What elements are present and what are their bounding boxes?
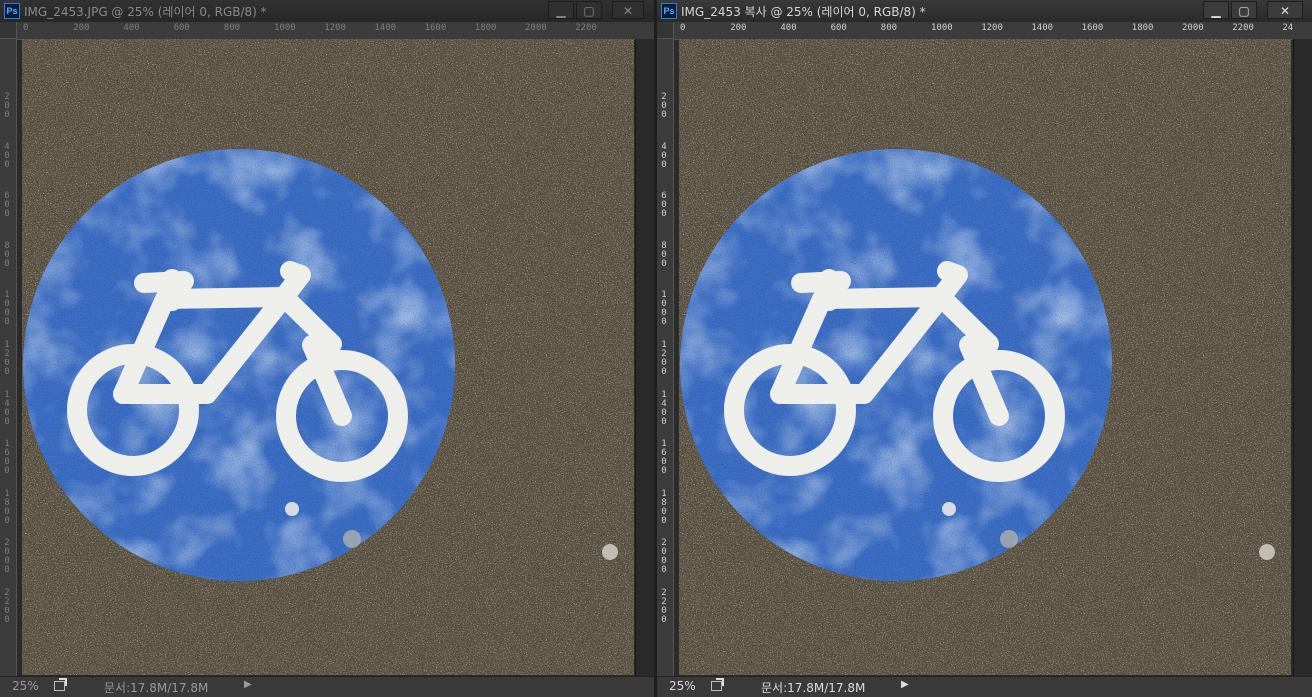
ruler-tick-label: 2200 — [4, 588, 10, 625]
ruler-tick-label: 2000 — [1182, 23, 1204, 33]
ruler-tick-label: 400 — [780, 23, 797, 33]
ruler-tick-label: 1400 — [4, 389, 10, 427]
photoshop-logo-icon: Ps — [4, 3, 20, 19]
ruler-tick-label: 600 — [4, 191, 10, 220]
image-canvas[interactable] — [22, 39, 634, 675]
ruler-tick-label: 400 — [661, 141, 667, 170]
ruler-tick-label: 1600 — [1081, 23, 1104, 33]
ruler-tick-label: 1000 — [4, 290, 10, 328]
title-bar[interactable]: Ps IMG_2453.JPG @ 25% (레이어 0, RGB/8) * ▁… — [0, 0, 654, 23]
document-window-right[interactable]: Ps IMG_2453 복사 @ 25% (레이어 0, RGB/8) * ▁ … — [657, 0, 1312, 697]
scrollbar-vertical[interactable] — [1293, 39, 1312, 677]
maximize-icon[interactable]: ▢ — [1231, 1, 1257, 19]
ruler-corner[interactable] — [657, 22, 674, 39]
ruler-tick-label: 800 — [880, 23, 898, 33]
bicycle-icon — [22, 39, 634, 675]
ruler-tick-label: 1200 — [4, 340, 10, 377]
zoom-level[interactable]: 25% — [12, 679, 39, 693]
bicycle-icon — [679, 39, 1291, 675]
ruler-tick-label: 200 — [4, 92, 10, 120]
scrollbar-vertical[interactable] — [635, 39, 654, 677]
ruler-tick-label: 1200 — [324, 23, 346, 33]
ruler-tick-label: 1600 — [424, 23, 447, 33]
minimize-icon[interactable]: ▁ — [548, 1, 574, 19]
ruler-tick-label: 1800 — [661, 488, 667, 526]
ruler-tick-label: 800 — [223, 23, 241, 33]
ruler-tick-label: 2200 — [1232, 23, 1254, 33]
title-bar[interactable]: Ps IMG_2453 복사 @ 25% (레이어 0, RGB/8) * ▁ … — [657, 0, 1312, 23]
ruler-tick-label: 1600 — [661, 439, 667, 477]
ruler-tick-label: 1400 — [1031, 23, 1054, 33]
ruler-tick-label: 1000 — [661, 290, 667, 328]
ruler-tick-label: 0 — [680, 23, 686, 33]
ruler-tick-label: 2200 — [575, 23, 597, 33]
close-icon[interactable]: ✕ — [1267, 1, 1303, 19]
ruler-tick-label: 1800 — [4, 488, 10, 526]
ruler-vertical[interactable]: 200 400 600 800 1000 1200 1400 1600 1800 2000 2200 — [0, 39, 17, 677]
image-canvas[interactable] — [679, 39, 1291, 675]
minimize-icon[interactable]: ▁ — [1203, 1, 1229, 19]
ruler-tick-label: 2000 — [661, 538, 667, 576]
ruler-tick-label: 1800 — [474, 23, 497, 33]
play-icon[interactable]: ▶ — [244, 679, 252, 690]
export-icon[interactable] — [711, 678, 724, 691]
ruler-tick-label: 1400 — [661, 389, 667, 427]
ruler-tick-label: 1400 — [374, 23, 397, 33]
ruler-tick-label: 200 — [730, 23, 747, 33]
ruler-tick-label: 2200 — [661, 588, 667, 625]
ruler-tick-label: 600 — [830, 23, 847, 33]
maximize-icon[interactable]: ▢ — [576, 1, 602, 19]
ruler-vertical[interactable]: 200 400 600 800 1000 1200 1400 1600 1800 2000 2200 — [657, 39, 674, 677]
close-icon[interactable]: ✕ — [612, 1, 644, 19]
ruler-tick-label: 1800 — [1131, 23, 1154, 33]
ruler-tick-label: 0 — [23, 23, 29, 33]
ruler-tick-label: 400 — [4, 141, 10, 170]
ruler-corner[interactable] — [0, 22, 17, 39]
document-size-info: 문서:17.8M/17.8M — [761, 681, 866, 695]
ruler-tick-label: 1000 — [274, 23, 296, 33]
status-bar: 25% 문서:17.8M/17.8M ▶ — [0, 676, 654, 697]
ruler-tick-label: 1200 — [981, 23, 1003, 33]
ruler-tick-label: 800 — [4, 240, 10, 269]
ruler-tick-label: 400 — [123, 23, 140, 33]
export-icon[interactable] — [54, 678, 67, 691]
photoshop-logo-icon: Ps — [661, 3, 677, 19]
window-title: IMG_2453.JPG @ 25% (레이어 0, RGB/8) * — [24, 5, 267, 19]
window-title: IMG_2453 복사 @ 25% (레이어 0, RGB/8) * — [681, 5, 926, 19]
ruler-tick-label: 600 — [173, 23, 190, 33]
ruler-tick-label: 1600 — [4, 439, 10, 477]
status-bar: 25% 문서:17.8M/17.8M ▶ — [657, 676, 1312, 697]
ruler-horizontal[interactable]: 0 200 400 600 800 1000 1200 1400 1600 1800 2000 220… — [674, 22, 1312, 40]
ruler-tick-label: 1000 — [931, 23, 953, 33]
ruler-tick-label: 800 — [661, 240, 667, 269]
play-icon[interactable]: ▶ — [901, 679, 909, 690]
ruler-tick-label: 200 — [73, 23, 90, 33]
ruler-tick-label: 200 — [661, 92, 667, 120]
document-size-info: 문서:17.8M/17.8M — [104, 681, 209, 695]
ruler-tick-label: 2000 — [4, 538, 10, 576]
ruler-tick-label: 2000 — [525, 23, 547, 33]
ruler-tick-label: 1200 — [661, 340, 667, 377]
ruler-tick-label: 600 — [661, 191, 667, 220]
document-window-left[interactable]: Ps IMG_2453.JPG @ 25% (레이어 0, RGB/8) * ▁… — [0, 0, 654, 697]
ruler-tick-label: 24 — [1282, 23, 1294, 33]
ruler-horizontal[interactable]: 0 200 400 600 800 1000 1200 1400 1600 1800 2000 220… — [17, 22, 654, 40]
zoom-level[interactable]: 25% — [669, 679, 696, 693]
